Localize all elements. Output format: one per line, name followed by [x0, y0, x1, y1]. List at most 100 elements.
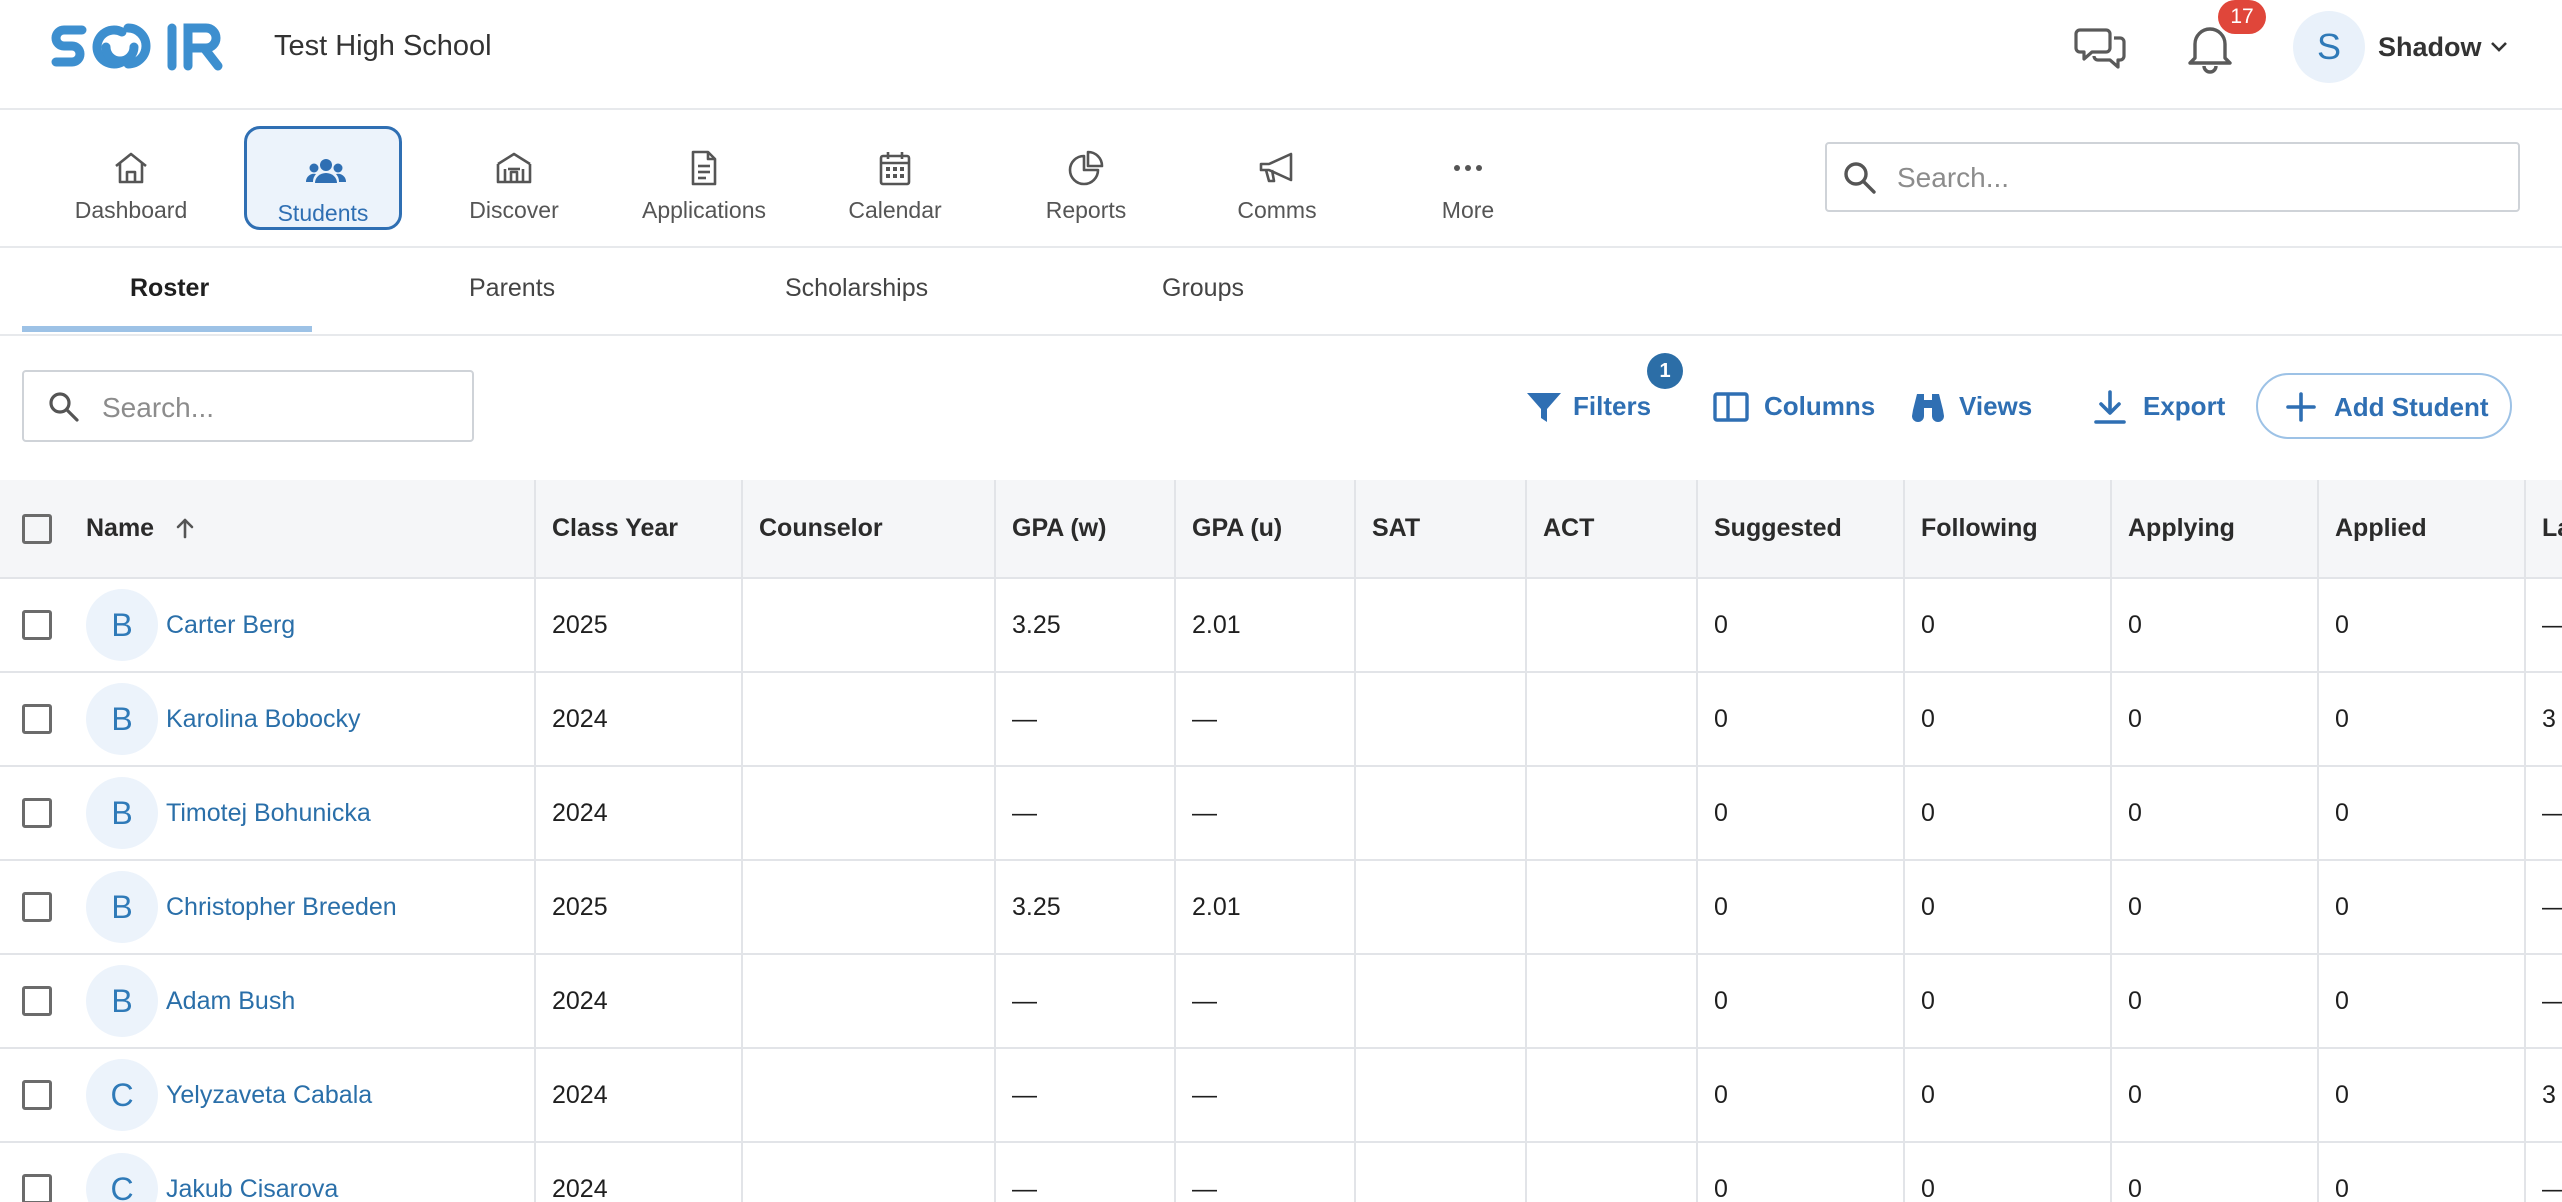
student-name-link[interactable]: Carter Berg: [166, 611, 295, 640]
table-row[interactable]: BTimotej Bohunicka2024——0000—: [0, 766, 2562, 861]
nav-label: Applications: [641, 197, 767, 223]
school-name: Test High School: [274, 30, 492, 62]
column-header-class-year[interactable]: Class Year: [535, 480, 743, 579]
nav-calendar[interactable]: Calendar: [816, 126, 974, 230]
nav-students[interactable]: Students: [244, 126, 402, 230]
table-row[interactable]: BChristopher Breeden20253.252.010000—: [0, 860, 2562, 955]
table-row[interactable]: B Karolina Bobocky 2024— —0 0 0 0 3: [0, 672, 2562, 767]
column-header-gpa-weighted[interactable]: GPA (w): [995, 480, 1176, 579]
tab-parents[interactable]: Parents: [469, 272, 555, 304]
row-select-cell: [0, 1142, 86, 1202]
nav-reports[interactable]: Reports: [1007, 126, 1165, 230]
column-header-suggested[interactable]: Suggested: [1697, 480, 1905, 579]
nav-discover[interactable]: Discover: [435, 126, 593, 230]
row-checkbox[interactable]: [22, 1174, 52, 1202]
column-header-applied[interactable]: Applied: [2318, 480, 2526, 579]
table-row[interactable]: BCarter Berg20253.252.010000—: [0, 578, 2562, 673]
nav-label: Comms: [1237, 197, 1317, 223]
nav-comms[interactable]: Comms: [1198, 126, 1356, 230]
cell-sat: [1355, 578, 1527, 673]
cell-gpa-unweighted: —: [1175, 766, 1356, 861]
scoir-logo[interactable]: [50, 20, 234, 74]
tab-roster[interactable]: Roster: [130, 272, 209, 304]
nav-label: Discover: [469, 197, 559, 223]
cell-following: 0: [1904, 954, 2112, 1049]
name-cell: B Adam Bush: [86, 954, 536, 1049]
pie-chart-icon: [1068, 150, 1104, 186]
row-select-cell: [0, 1048, 86, 1143]
row-select-cell: [0, 578, 86, 673]
search-icon: [49, 392, 79, 422]
user-menu-name[interactable]: Shadow: [2378, 29, 2482, 65]
column-header-sat[interactable]: SAT: [1355, 480, 1527, 579]
student-name-link[interactable]: Jakub Cisarova: [166, 1175, 338, 1202]
student-name-link[interactable]: Christopher Breeden: [166, 893, 397, 922]
cell-gpa-weighted: 3.25: [995, 860, 1176, 955]
cell-gpa-unweighted: 2.01: [1175, 578, 1356, 673]
row-checkbox[interactable]: [22, 610, 52, 640]
column-header-gpa-unweighted[interactable]: GPA (u): [1175, 480, 1356, 579]
nav-more[interactable]: More: [1389, 126, 1547, 230]
add-student-label: Add Student: [2334, 392, 2489, 422]
column-header-act[interactable]: ACT: [1526, 480, 1698, 579]
notifications-count-badge: 17: [2218, 0, 2266, 34]
row-select-cell: [0, 954, 86, 1049]
roster-search[interactable]: [22, 370, 474, 442]
student-avatar: C: [86, 1153, 158, 1202]
row-checkbox[interactable]: [22, 1080, 52, 1110]
tab-groups[interactable]: Groups: [1162, 272, 1244, 304]
row-checkbox[interactable]: [22, 986, 52, 1016]
export-label: Export: [2143, 391, 2226, 421]
student-avatar: B: [86, 589, 158, 661]
student-name-link[interactable]: Adam Bush: [166, 987, 295, 1016]
sort-ascending-icon[interactable]: [173, 516, 197, 540]
cell-applying: 0: [2111, 766, 2319, 861]
table-row[interactable]: C Yelyzaveta Cabala 2024— —0 0 0 0 3: [0, 1048, 2562, 1143]
roster-search-input[interactable]: [100, 384, 464, 432]
tab-scholarships[interactable]: Scholarships: [785, 272, 928, 304]
nav-dashboard[interactable]: Dashboard: [52, 126, 210, 230]
export-button[interactable]: Export: [2091, 382, 2231, 430]
user-avatar[interactable]: S: [2293, 11, 2365, 83]
table-row[interactable]: BAdam Bush2024——0000—: [0, 954, 2562, 1049]
cell-gpa-weighted: —: [995, 1048, 1176, 1143]
student-name-link[interactable]: Timotej Bohunicka: [166, 799, 371, 828]
name-cell: B Timotej Bohunicka: [86, 766, 536, 861]
cell-applied: 0: [2318, 1048, 2526, 1143]
filters-button[interactable]: Filters: [1525, 382, 1655, 430]
column-header-counselor[interactable]: Counselor: [742, 480, 996, 579]
nav-applications[interactable]: Applications: [625, 126, 783, 230]
column-header-following[interactable]: Following: [1904, 480, 2112, 579]
global-search[interactable]: [1825, 142, 2520, 212]
cell-following: 0: [1904, 1048, 2112, 1143]
table-row[interactable]: CJakub Cisarova2024——0000—: [0, 1142, 2562, 1202]
select-all-checkbox[interactable]: [22, 513, 52, 544]
cell-class-year: 2024: [535, 766, 743, 861]
column-header-applying[interactable]: Applying: [2111, 480, 2319, 579]
global-search-input[interactable]: [1895, 154, 2499, 202]
filter-icon: [1527, 393, 1561, 422]
chevron-down-icon[interactable]: [2488, 36, 2510, 58]
chat-icon[interactable]: [2074, 22, 2128, 72]
views-button[interactable]: Views: [1909, 382, 2039, 430]
select-all-cell: [0, 480, 86, 579]
column-header-name[interactable]: Name: [86, 480, 536, 579]
column-header-last[interactable]: La: [2525, 480, 2562, 579]
student-avatar: B: [86, 777, 158, 849]
cell-act: [1526, 672, 1698, 767]
name-cell: B Christopher Breeden: [86, 860, 536, 955]
document-icon: [691, 150, 717, 186]
row-checkbox[interactable]: [22, 892, 52, 922]
cell-counselor: [742, 766, 996, 861]
add-student-button[interactable]: Add Student: [2256, 373, 2512, 439]
row-select-cell: [0, 672, 86, 767]
users-icon: [306, 159, 346, 183]
columns-button[interactable]: Columns: [1712, 382, 1875, 430]
student-name-link[interactable]: Karolina Bobocky: [166, 705, 361, 734]
plus-icon: [2286, 392, 2316, 422]
row-checkbox[interactable]: [22, 798, 52, 828]
cell-applying: 0: [2111, 672, 2319, 767]
row-checkbox[interactable]: [22, 704, 52, 734]
cell-following: 0: [1904, 860, 2112, 955]
student-name-link[interactable]: Yelyzaveta Cabala: [166, 1081, 372, 1110]
